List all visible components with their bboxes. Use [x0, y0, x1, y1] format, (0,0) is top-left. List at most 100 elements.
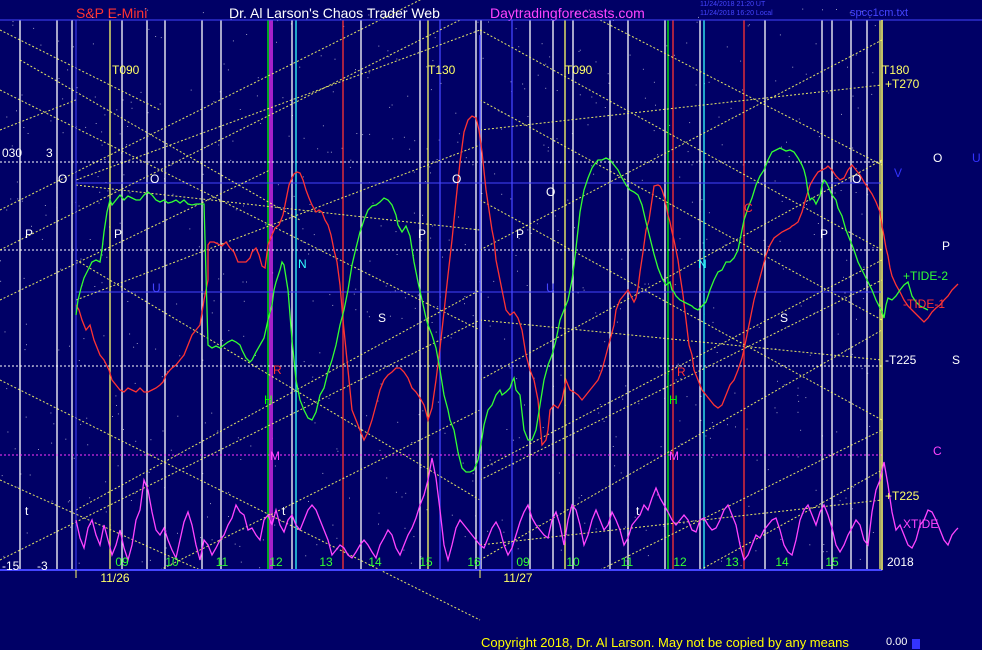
star-dot	[567, 199, 569, 201]
star-dot	[17, 486, 19, 488]
date-label: 11/26	[100, 571, 129, 585]
hour-label: 16	[467, 555, 481, 569]
star-dot	[355, 288, 357, 290]
star-dot	[721, 144, 723, 146]
star-dot	[843, 276, 844, 278]
star-dot	[165, 547, 167, 549]
star-dot	[217, 430, 219, 432]
star-dot	[847, 66, 848, 68]
star-dot	[579, 94, 581, 96]
star-dot	[805, 73, 807, 75]
star-dot	[322, 472, 324, 474]
star-dot	[708, 81, 710, 83]
star-dot	[450, 337, 452, 339]
star-dot	[50, 120, 52, 122]
star-dot	[379, 449, 381, 451]
planet-letter: O	[852, 172, 861, 186]
star-dot	[591, 165, 593, 167]
star-dot	[97, 176, 99, 178]
star-dot	[160, 37, 162, 39]
star-dot	[277, 184, 279, 186]
star-dot	[395, 231, 397, 233]
planet-letter: M	[270, 449, 280, 463]
star-dot	[85, 126, 87, 128]
star-dot	[293, 195, 295, 197]
star-dot	[76, 87, 78, 89]
star-dot	[25, 416, 27, 418]
star-dot	[800, 305, 802, 307]
star-dot	[653, 130, 655, 132]
star-dot	[107, 190, 109, 192]
star-dot	[422, 214, 423, 216]
star-dot	[487, 530, 489, 532]
star-dot	[537, 74, 539, 76]
star-dot	[33, 27, 35, 29]
star-dot	[276, 41, 277, 43]
star-dot	[683, 522, 685, 524]
star-dot	[314, 422, 316, 424]
star-dot	[387, 50, 389, 52]
star-dot	[815, 43, 817, 45]
star-dot	[303, 361, 305, 363]
star-dot	[26, 532, 28, 534]
star-dot	[705, 435, 707, 437]
planet-letter: M	[669, 449, 679, 463]
star-dot	[748, 505, 750, 507]
star-dot	[288, 135, 290, 137]
star-dot	[556, 90, 558, 91]
star-dot	[240, 459, 242, 460]
star-dot	[638, 403, 640, 405]
star-dot	[472, 473, 474, 475]
star-dot	[155, 36, 157, 37]
star-dot	[302, 241, 304, 243]
star-dot	[855, 192, 857, 193]
scroll-tab[interactable]	[912, 639, 920, 649]
star-dot	[798, 400, 800, 402]
star-dot	[834, 192, 836, 194]
planet-letter: O	[150, 172, 159, 186]
star-dot	[7, 431, 9, 433]
star-dot	[101, 282, 103, 284]
planet-letter: N	[298, 257, 307, 271]
star-dot	[234, 543, 236, 545]
star-dot	[641, 179, 643, 181]
hour-label: 11	[216, 555, 229, 569]
star-dot	[477, 21, 479, 23]
star-dot	[742, 89, 743, 91]
star-dot	[243, 205, 244, 207]
star-dot	[25, 323, 27, 325]
star-dot	[368, 316, 370, 318]
star-dot	[585, 9, 587, 11]
star-dot	[482, 57, 484, 59]
star-dot	[161, 376, 163, 378]
star-dot	[786, 326, 788, 328]
star-dot	[686, 396, 688, 398]
star-dot	[779, 34, 781, 36]
star-dot	[604, 107, 606, 108]
planet-letter: P	[516, 227, 524, 241]
star-dot	[133, 346, 135, 348]
star-dot	[458, 133, 460, 135]
fractal-line	[599, 19, 883, 166]
star-dot	[119, 133, 121, 135]
star-dot	[489, 325, 491, 327]
star-dot	[696, 21, 698, 23]
star-dot	[746, 428, 748, 430]
hour-label: 09	[115, 555, 129, 569]
star-dot	[624, 526, 626, 528]
star-dot	[809, 544, 811, 546]
star-dot	[674, 284, 676, 286]
star-dot	[800, 429, 802, 431]
star-dot	[177, 532, 178, 534]
star-dot	[874, 25, 876, 27]
star-dot	[190, 89, 192, 91]
star-dot	[712, 428, 714, 430]
planet-letter: O	[546, 185, 555, 199]
star-dot	[776, 412, 778, 414]
star-dot	[6, 209, 8, 211]
star-dot	[369, 260, 371, 262]
star-dot	[506, 429, 508, 430]
star-dot	[388, 56, 390, 58]
star-dot	[679, 176, 681, 178]
star-dot	[23, 277, 25, 279]
